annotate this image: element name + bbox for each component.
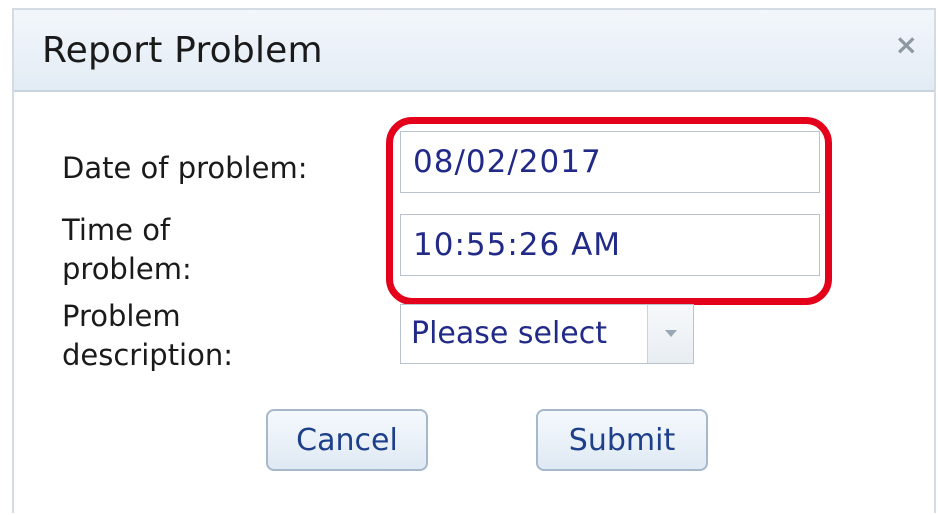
report-problem-dialog: Report Problem × Date of problem: 08/02/… (12, 8, 936, 513)
time-field[interactable]: 10:55:26 AM (400, 214, 820, 276)
cancel-button[interactable]: Cancel (266, 409, 428, 471)
dialog-titlebar: Report Problem × (14, 10, 934, 92)
time-label-line2: problem: (62, 252, 192, 286)
description-label-line2: description: (62, 338, 234, 372)
close-icon[interactable]: × (895, 28, 918, 61)
date-label: Date of problem: (62, 151, 308, 185)
submit-button[interactable]: Submit (536, 409, 708, 471)
select-value: Please select (411, 316, 608, 351)
date-field[interactable]: 08/02/2017 (400, 131, 820, 193)
dropdown-button[interactable] (647, 305, 693, 363)
problem-description-select[interactable]: Please select (400, 304, 694, 364)
chevron-down-icon (665, 330, 677, 337)
dialog-title: Report Problem (42, 30, 323, 71)
time-label-line1: Time of (62, 213, 171, 247)
description-label-line1: Problem (62, 299, 181, 333)
